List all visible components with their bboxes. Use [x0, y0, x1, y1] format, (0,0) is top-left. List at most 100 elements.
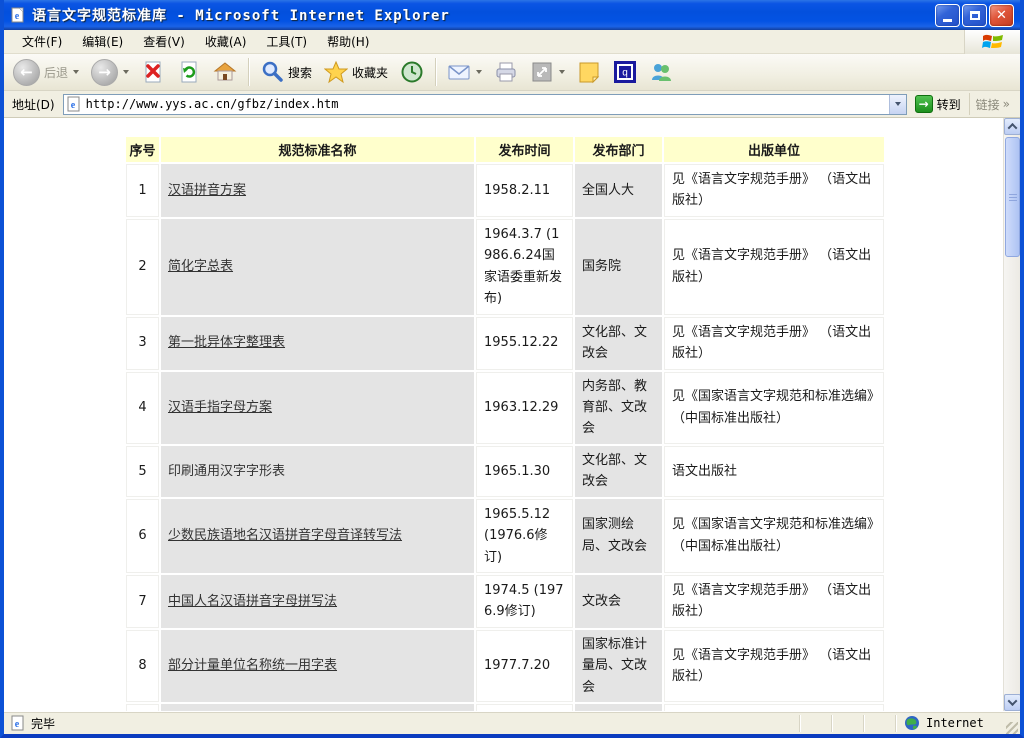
maximize-icon	[970, 11, 980, 20]
row-num: 9	[126, 704, 159, 711]
standard-name-link[interactable]: 中国人名汉语拼音字母拼写法	[168, 594, 337, 609]
chevron-down-icon	[895, 102, 901, 106]
minimize-icon	[943, 19, 952, 22]
menu-item[interactable]: 帮助(H)	[317, 30, 379, 53]
chevron-down-icon	[1008, 696, 1018, 706]
scrollbar-thumb[interactable]	[1005, 137, 1020, 257]
forward-icon: →	[91, 59, 118, 86]
edit-button[interactable]	[525, 57, 570, 88]
history-button[interactable]	[395, 57, 429, 88]
scrollbar-grip	[1009, 197, 1017, 198]
row-dept: 内务部、教育部、文改会	[575, 372, 662, 444]
menu-item[interactable]: 文件(F)	[12, 30, 72, 53]
row-date: 1977.7.20	[476, 630, 573, 702]
standard-name-link[interactable]: 部分计量单位名称统一用字表	[168, 658, 337, 673]
favorites-button[interactable]: 收藏夹	[319, 57, 393, 88]
row-date: 1965.1.30	[476, 446, 573, 497]
print-button[interactable]	[489, 57, 523, 88]
table-row: 5 印刷通用汉字字形表 1965.1.30 文化部、文改会 语文出版社	[126, 446, 884, 497]
back-dropdown-icon[interactable]	[73, 70, 79, 74]
address-label: 地址(D)	[8, 96, 59, 113]
q-logo-icon: q	[613, 60, 637, 84]
column-header: 出版单位	[664, 137, 884, 162]
standards-table-body: 1 汉语拼音方案 1958.2.11 全国人大 见《语言文字规范手册》 （语文出…	[126, 164, 884, 711]
back-button[interactable]: ← 后退	[8, 57, 84, 88]
row-date: 1958.2.11	[476, 164, 573, 217]
menu-item[interactable]: 查看(V)	[133, 30, 195, 53]
standards-table: 序号规范标准名称发布时间发布部门出版单位 1 汉语拼音方案 1958.2.11 …	[124, 135, 886, 711]
go-label: 转到	[937, 96, 961, 113]
browser-window: e 语言文字规范标准库 - Microsoft Internet Explore…	[0, 0, 1024, 738]
maximize-button[interactable]	[962, 4, 987, 27]
refresh-button[interactable]	[172, 57, 206, 88]
row-pub: 语文出版社	[664, 446, 884, 497]
row-name-cell: 汉语拼音方案	[161, 164, 474, 217]
resize-grip[interactable]	[1006, 722, 1018, 734]
edit-dropdown-icon[interactable]	[559, 70, 565, 74]
address-dropdown-button[interactable]	[889, 95, 906, 114]
row-dept: 文化部、文改会	[575, 446, 662, 497]
stop-icon	[141, 60, 165, 84]
forward-button[interactable]: →	[86, 57, 134, 88]
row-name-cell: 汉语手指字母方案	[161, 372, 474, 444]
row-dept: 国家标准局、文改会	[575, 704, 662, 711]
standard-name-link[interactable]: 汉语拼音方案	[168, 183, 246, 198]
mail-button[interactable]	[442, 57, 487, 88]
row-date: 1955.12.22	[476, 317, 573, 370]
q-tool-button[interactable]: q	[608, 57, 642, 88]
row-num: 5	[126, 446, 159, 497]
search-button[interactable]: 搜索	[255, 57, 317, 88]
row-date: 1965.5.12 (1976.6修订)	[476, 499, 573, 573]
search-label: 搜索	[288, 64, 312, 81]
standard-name-link[interactable]: 少数民族语地名汉语拼音字母音译转写法	[168, 528, 402, 543]
forward-dropdown-icon[interactable]	[123, 70, 129, 74]
ie-page-icon: e	[10, 7, 26, 23]
menu-item[interactable]: 工具(T)	[256, 30, 317, 53]
standard-name-link[interactable]: 汉语手指字母方案	[168, 400, 272, 415]
svg-text:e: e	[15, 719, 20, 730]
table-row: 2 简化字总表 1964.3.7 (1986.6.24国家语委重新发布) 国务院…	[126, 219, 884, 315]
table-row: 3 第一批异体字整理表 1955.12.22 文化部、文改会 见《语言文字规范手…	[126, 317, 884, 370]
links-bar[interactable]: 链接 »	[969, 93, 1016, 115]
row-name-cell: 简化字总表	[161, 219, 474, 315]
table-row: 9 汉语拼音字母名称读音 1982.8.17 国家标准局、文改会 见《语言文字规…	[126, 704, 884, 711]
status-pane	[800, 715, 832, 732]
address-input[interactable]: e http://www.yys.ac.cn/gfbz/index.htm	[63, 94, 907, 115]
messenger-button[interactable]	[644, 57, 678, 88]
close-button[interactable]: ✕	[989, 4, 1014, 27]
search-icon	[260, 60, 284, 84]
history-icon	[400, 60, 424, 84]
row-num: 4	[126, 372, 159, 444]
address-url[interactable]: http://www.yys.ac.cn/gfbz/index.htm	[86, 97, 889, 111]
status-pane	[864, 715, 896, 732]
stop-button[interactable]	[136, 57, 170, 88]
resize-icon	[530, 60, 554, 84]
vertical-scrollbar[interactable]	[1003, 118, 1020, 711]
print-icon	[494, 60, 518, 84]
titlebar: e 语言文字规范标准库 - Microsoft Internet Explore…	[4, 0, 1020, 30]
addressbar: 地址(D) e http://www.yys.ac.cn/gfbz/index.…	[4, 91, 1020, 118]
row-date: 1963.12.29	[476, 372, 573, 444]
menu-item[interactable]: 收藏(A)	[195, 30, 257, 53]
scroll-down-button[interactable]	[1004, 694, 1020, 711]
menubar: 文件(F)编辑(E)查看(V)收藏(A)工具(T)帮助(H)	[4, 30, 1020, 54]
home-button[interactable]	[208, 57, 242, 88]
mail-dropdown-icon[interactable]	[476, 70, 482, 74]
menu-item[interactable]: 编辑(E)	[72, 30, 133, 53]
row-dept: 文改会	[575, 575, 662, 628]
status-pane	[768, 715, 800, 732]
column-header: 发布部门	[575, 137, 662, 162]
mail-icon	[447, 60, 471, 84]
standard-name-text: 印刷通用汉字字形表	[168, 464, 285, 479]
notes-button[interactable]	[572, 57, 606, 88]
links-chevron-icon[interactable]: »	[1003, 97, 1010, 111]
scroll-up-button[interactable]	[1004, 118, 1020, 135]
row-num: 3	[126, 317, 159, 370]
row-pub: 见《语言文字规范手册》 （语文出版社）	[664, 630, 884, 702]
standard-name-link[interactable]: 简化字总表	[168, 259, 233, 274]
go-button[interactable]: → 转到	[911, 95, 965, 113]
minimize-button[interactable]	[935, 4, 960, 27]
standard-name-link[interactable]: 第一批异体字整理表	[168, 335, 285, 350]
row-num: 6	[126, 499, 159, 573]
row-date: 1974.5 (1976.9修订)	[476, 575, 573, 628]
